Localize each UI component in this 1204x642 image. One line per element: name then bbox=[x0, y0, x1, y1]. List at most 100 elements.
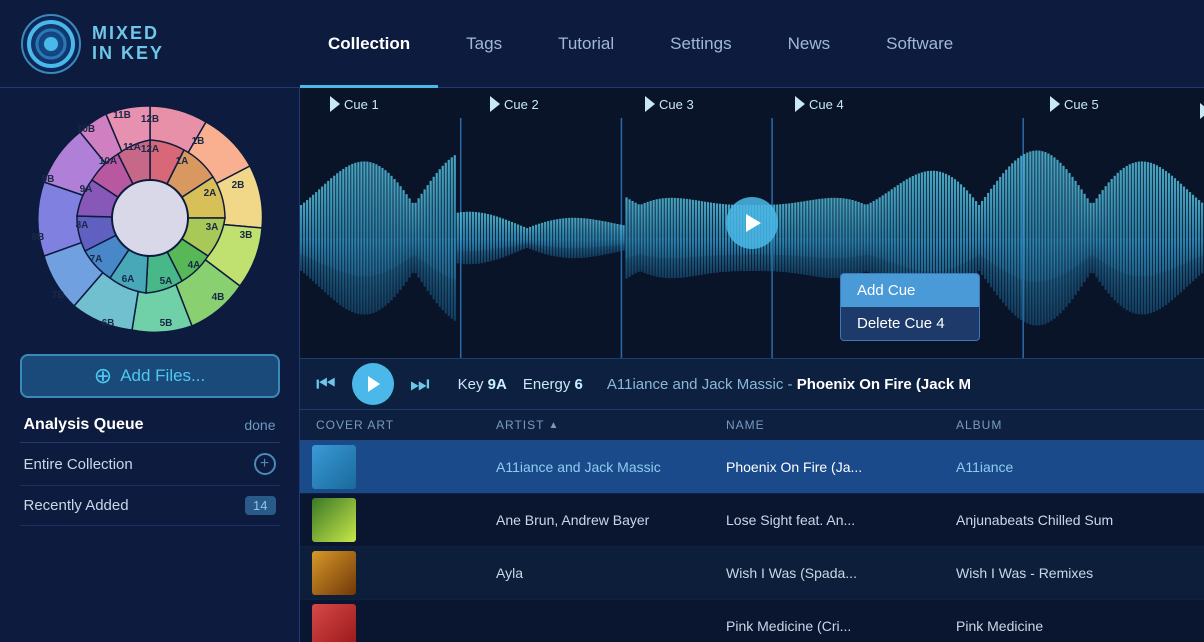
content-area: Cue 1 Cue 2 Cue 3 Cue 4 Cue 5 bbox=[300, 88, 1204, 642]
add-files-label: Add Files... bbox=[120, 366, 205, 386]
svg-text:3A: 3A bbox=[205, 222, 218, 233]
cue-marker-3[interactable]: Cue 3 bbox=[645, 96, 694, 112]
svg-text:11B: 11B bbox=[113, 110, 131, 121]
album-cell-2: Anjunabeats Chilled Sum bbox=[944, 502, 1200, 538]
name-cell-2: Lose Sight feat. An... bbox=[714, 502, 944, 538]
main-content: 12B 1B 2B 3B 4B 5B 6B 7B 8B 9B 10B 11B 1… bbox=[0, 88, 1204, 642]
waveform-play-button[interactable] bbox=[726, 197, 778, 249]
key-text: Key bbox=[458, 376, 484, 393]
logo-mixed: MIXED bbox=[92, 24, 164, 44]
cue-marker-2[interactable]: Cue 2 bbox=[490, 96, 539, 112]
svg-text:4A: 4A bbox=[187, 260, 200, 271]
context-menu-delete-cue[interactable]: Delete Cue 4 bbox=[841, 307, 979, 340]
cover-art-thumb-3 bbox=[312, 551, 356, 595]
tab-tutorial[interactable]: Tutorial bbox=[530, 0, 642, 88]
track-row[interactable]: Pink Medicine (Cri... Pink Medicine bbox=[300, 600, 1204, 642]
svg-text:6A: 6A bbox=[121, 274, 134, 285]
svg-text:3B: 3B bbox=[239, 230, 252, 241]
header: MIXED IN KEY Collection Tags Tutorial Se… bbox=[0, 0, 1204, 88]
svg-text:2A: 2A bbox=[203, 188, 216, 199]
artist-cell-2: Ane Brun, Andrew Bayer bbox=[484, 502, 714, 538]
recently-added-label: Recently Added bbox=[24, 497, 129, 514]
cover-art-cell-3 bbox=[304, 547, 484, 599]
svg-text:11A: 11A bbox=[123, 142, 141, 153]
recently-added-item[interactable]: Recently Added 14 bbox=[20, 486, 280, 526]
track-list-header: COVER ART ARTIST ▲ NAME ALBUM bbox=[300, 410, 1204, 441]
svg-text:8A: 8A bbox=[75, 220, 88, 231]
svg-text:9B: 9B bbox=[41, 174, 54, 185]
header-artist[interactable]: ARTIST ▲ bbox=[484, 410, 714, 440]
context-menu: Add Cue Delete Cue 4 bbox=[840, 273, 980, 341]
artist-cell-1: A11iance and Jack Massic bbox=[484, 449, 714, 485]
nav-tabs: Collection Tags Tutorial Settings News S… bbox=[300, 0, 981, 87]
logo-area: MIXED IN KEY bbox=[20, 13, 300, 75]
sidebar: 12B 1B 2B 3B 4B 5B 6B 7B 8B 9B 10B 11B 1… bbox=[0, 88, 300, 642]
svg-text:7A: 7A bbox=[89, 254, 102, 265]
name-cell-3: Wish I Was (Spada... bbox=[714, 555, 944, 591]
track-title: A11iance and Jack Massic - Phoenix On Fi… bbox=[607, 376, 971, 393]
entire-collection-item[interactable]: Entire Collection + bbox=[20, 443, 280, 486]
track-name: Phoenix On Fire (Jack M bbox=[797, 376, 971, 393]
album-cell-3: Wish I Was - Remixes bbox=[944, 555, 1200, 591]
track-row[interactable]: Ayla Wish I Was (Spada... Wish I Was - R… bbox=[300, 547, 1204, 600]
svg-text:10A: 10A bbox=[98, 156, 116, 167]
svg-text:5A: 5A bbox=[159, 276, 172, 287]
tab-software[interactable]: Software bbox=[858, 0, 981, 88]
energy-value: 6 bbox=[575, 376, 583, 393]
cover-art-cell-1 bbox=[304, 441, 484, 493]
svg-text:4B: 4B bbox=[211, 292, 224, 303]
transport-info: Key 9A Energy 6 bbox=[458, 376, 583, 393]
track-list: COVER ART ARTIST ▲ NAME ALBUM A11iance a… bbox=[300, 410, 1204, 642]
tab-news[interactable]: News bbox=[760, 0, 859, 88]
context-menu-add-cue[interactable]: Add Cue bbox=[841, 274, 979, 307]
cue-marker-1[interactable]: Cue 1 bbox=[330, 96, 379, 112]
header-album[interactable]: ALBUM bbox=[944, 410, 1200, 440]
cue-markers-bar: Cue 1 Cue 2 Cue 3 Cue 4 Cue 5 bbox=[300, 96, 1204, 120]
cue-1-label: Cue 1 bbox=[344, 97, 379, 112]
header-name[interactable]: NAME bbox=[714, 410, 944, 440]
waveform-area[interactable]: Cue 1 Cue 2 Cue 3 Cue 4 Cue 5 bbox=[300, 88, 1204, 358]
tab-settings[interactable]: Settings bbox=[642, 0, 759, 88]
analysis-queue-title: Analysis Queue bbox=[24, 416, 144, 434]
name-cell-4: Pink Medicine (Cri... bbox=[714, 608, 944, 642]
svg-text:5B: 5B bbox=[159, 318, 172, 329]
track-row[interactable]: A11iance and Jack Massic Phoenix On Fire… bbox=[300, 441, 1204, 494]
name-cell-1: Phoenix On Fire (Ja... bbox=[714, 449, 944, 485]
track-separator: - bbox=[788, 376, 797, 393]
cue-marker-6[interactable]: Cue 6 bbox=[1200, 96, 1204, 126]
skip-back-button[interactable]: ⏮ bbox=[316, 371, 336, 397]
add-files-plus-icon: ⊕ bbox=[94, 363, 112, 389]
svg-text:6B: 6B bbox=[101, 318, 114, 329]
cover-art-cell-2 bbox=[304, 494, 484, 546]
camelot-wheel-svg: 12B 1B 2B 3B 4B 5B 6B 7B 8B 9B 10B 11B 1… bbox=[30, 98, 270, 338]
header-cover-art: COVER ART bbox=[304, 410, 484, 440]
logo-inkey: IN KEY bbox=[92, 44, 164, 64]
track-artist: A11iance and Jack Massic bbox=[607, 376, 783, 393]
svg-text:7B: 7B bbox=[51, 290, 64, 301]
svg-text:1B: 1B bbox=[191, 136, 204, 147]
logo-text: MIXED IN KEY bbox=[92, 24, 164, 64]
analysis-queue: Analysis Queue done Entire Collection + … bbox=[20, 408, 280, 526]
play-icon bbox=[364, 375, 382, 393]
tab-collection[interactable]: Collection bbox=[300, 0, 438, 88]
entire-collection-add-button[interactable]: + bbox=[254, 453, 276, 475]
play-pause-button[interactable] bbox=[352, 363, 394, 405]
album-cell-4: Pink Medicine bbox=[944, 608, 1200, 642]
logo-icon bbox=[20, 13, 82, 75]
skip-forward-button[interactable]: ⏭ bbox=[410, 371, 430, 397]
track-row[interactable]: Ane Brun, Andrew Bayer Lose Sight feat. … bbox=[300, 494, 1204, 547]
energy-text: Energy bbox=[523, 376, 571, 393]
cover-art-thumb-1 bbox=[312, 445, 356, 489]
cover-art-thumb-2 bbox=[312, 498, 356, 542]
cue-marker-5[interactable]: Cue 5 bbox=[1050, 96, 1099, 112]
energy-label: Energy 6 bbox=[523, 376, 583, 393]
key-label: Key 9A bbox=[458, 376, 507, 393]
artist-cell-3: Ayla bbox=[484, 555, 714, 591]
cover-art-cell-4 bbox=[304, 600, 484, 642]
svg-text:8B: 8B bbox=[31, 232, 44, 243]
tab-tags[interactable]: Tags bbox=[438, 0, 530, 88]
svg-text:12B: 12B bbox=[140, 114, 158, 125]
cue-marker-4[interactable]: Cue 4 bbox=[795, 96, 844, 112]
transport-bar: ⏮ ⏭ Key 9A Energy 6 A11iance and Jack Ma… bbox=[300, 358, 1204, 410]
add-files-button[interactable]: ⊕ Add Files... bbox=[20, 354, 280, 398]
